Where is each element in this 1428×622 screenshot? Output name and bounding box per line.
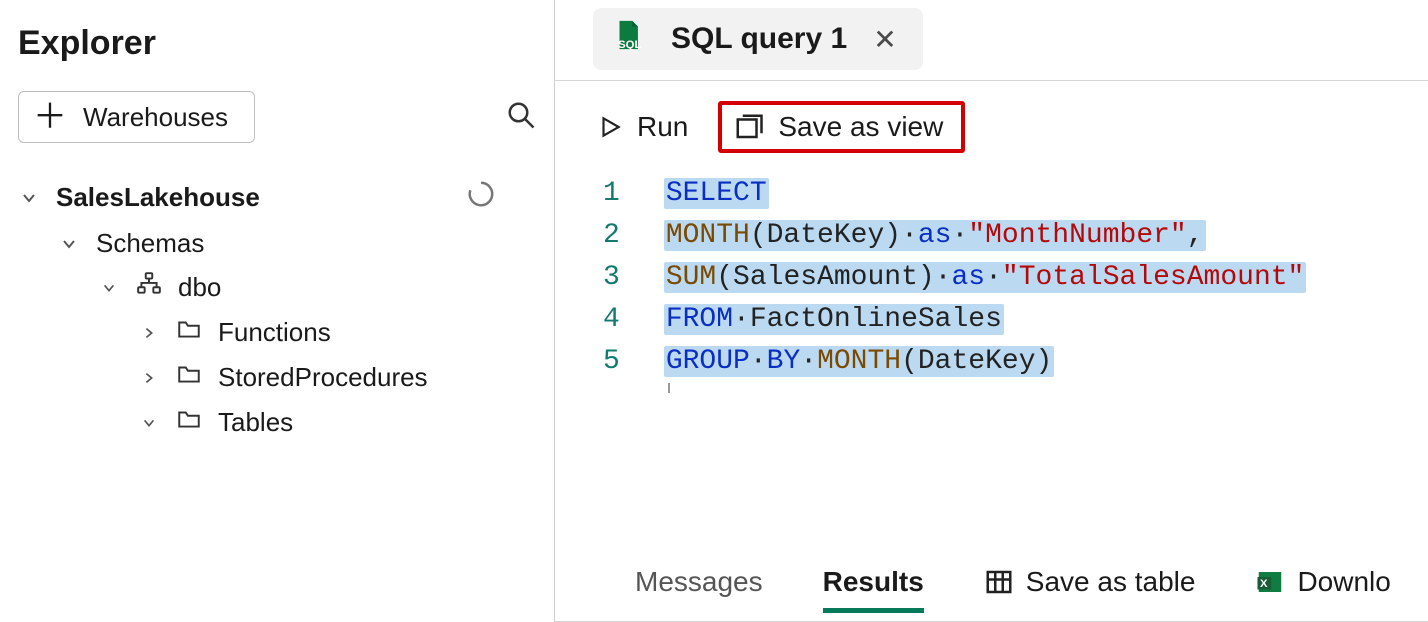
line-gutter: 1 2 3 4 5 — [603, 173, 664, 543]
chevron-down-icon — [58, 236, 80, 252]
run-label: Run — [637, 111, 688, 143]
token: FactOnlineSales — [750, 304, 1002, 335]
tree-node-tables[interactable]: Tables — [18, 400, 536, 445]
svg-text:SQL: SQL — [618, 39, 641, 51]
tab-label: SQL query 1 — [671, 22, 847, 56]
token: "TotalSalesAmount" — [1002, 262, 1304, 293]
tab-results[interactable]: Results — [823, 566, 924, 613]
folder-icon — [176, 316, 202, 349]
svg-text:X: X — [1260, 578, 1268, 590]
token: as — [951, 262, 985, 293]
tree-root-saleslakehouse[interactable]: SalesLakehouse — [18, 173, 536, 222]
line-number: 2 — [603, 215, 620, 257]
tree-label: StoredProcedures — [218, 362, 428, 393]
tree-label: SalesLakehouse — [56, 182, 260, 213]
tree-label: Tables — [218, 407, 293, 438]
token: SUM — [666, 262, 716, 293]
save-as-table-button[interactable]: Save as table — [984, 566, 1196, 598]
sql-file-icon: SQL — [611, 18, 645, 60]
line-number: 4 — [603, 299, 620, 341]
close-icon[interactable]: ✕ — [873, 23, 896, 56]
add-warehouses-button[interactable]: ＋ Warehouses — [18, 91, 255, 143]
download-button[interactable]: X Downlo — [1255, 566, 1390, 598]
tree-node-storedprocedures[interactable]: StoredProcedures — [18, 355, 536, 400]
token: · — [935, 262, 952, 293]
token: MONTH — [817, 346, 901, 377]
line-number: 3 — [603, 257, 620, 299]
search-icon[interactable] — [506, 100, 536, 135]
tree-label: Functions — [218, 317, 331, 348]
folder-icon — [176, 406, 202, 439]
tree-label: dbo — [178, 272, 221, 303]
token: SELECT — [666, 178, 767, 209]
token: BY — [767, 346, 801, 377]
line-number: 5 — [603, 341, 620, 383]
token: (DateKey) — [901, 346, 1052, 377]
cursor-ruler — [668, 383, 1307, 393]
tree-node-functions[interactable]: Functions — [18, 310, 536, 355]
line-number: 1 — [603, 173, 620, 215]
loading-spinner-icon — [466, 179, 496, 216]
save-as-view-button[interactable]: Save as view — [734, 111, 943, 143]
token: as — [918, 220, 952, 251]
explorer-panel: Explorer ＋ Warehouses SalesLakehouse — [0, 0, 555, 622]
token: · — [901, 220, 918, 251]
token: , — [1187, 220, 1204, 251]
tree-label: Schemas — [96, 228, 204, 259]
warehouses-button-label: Warehouses — [83, 102, 228, 133]
plus-icon: ＋ — [33, 100, 67, 134]
tab-messages[interactable]: Messages — [635, 566, 763, 608]
download-label: Downlo — [1297, 566, 1390, 598]
token: GROUP — [666, 346, 750, 377]
editor-panel: SQL SQL query 1 ✕ Run Save as view — [555, 0, 1428, 622]
chevron-right-icon — [138, 326, 160, 340]
code-area[interactable]: SELECT MONTH(DateKey)·as·"MonthNumber", … — [664, 173, 1307, 543]
token: "MonthNumber" — [968, 220, 1186, 251]
chevron-down-icon — [98, 281, 120, 295]
schema-icon — [136, 271, 162, 304]
token: FROM — [666, 304, 733, 335]
token: MONTH — [666, 220, 750, 251]
tab-sql-query-1[interactable]: SQL SQL query 1 ✕ — [593, 8, 923, 70]
token: · — [800, 346, 817, 377]
save-as-table-label: Save as table — [1026, 566, 1196, 598]
save-as-view-highlight: Save as view — [718, 101, 965, 153]
run-button[interactable]: Run — [593, 105, 700, 149]
tab-results-label: Results — [823, 566, 924, 597]
token: (SalesAmount) — [716, 262, 934, 293]
token: · — [733, 304, 750, 335]
token: · — [951, 220, 968, 251]
chevron-right-icon — [138, 371, 160, 385]
explorer-title: Explorer — [18, 24, 536, 63]
sql-editor[interactable]: 1 2 3 4 5 SELECT MONTH(DateKey)·as·"Mont… — [555, 173, 1428, 543]
save-as-view-label: Save as view — [778, 111, 943, 143]
chevron-down-icon — [18, 190, 40, 206]
folder-icon — [176, 361, 202, 394]
token: (DateKey) — [750, 220, 901, 251]
chevron-down-icon — [138, 416, 160, 430]
tab-messages-label: Messages — [635, 566, 763, 597]
tree-node-dbo[interactable]: dbo — [18, 265, 536, 310]
tree-node-schemas[interactable]: Schemas — [18, 222, 536, 265]
token: · — [750, 346, 767, 377]
token: · — [985, 262, 1002, 293]
